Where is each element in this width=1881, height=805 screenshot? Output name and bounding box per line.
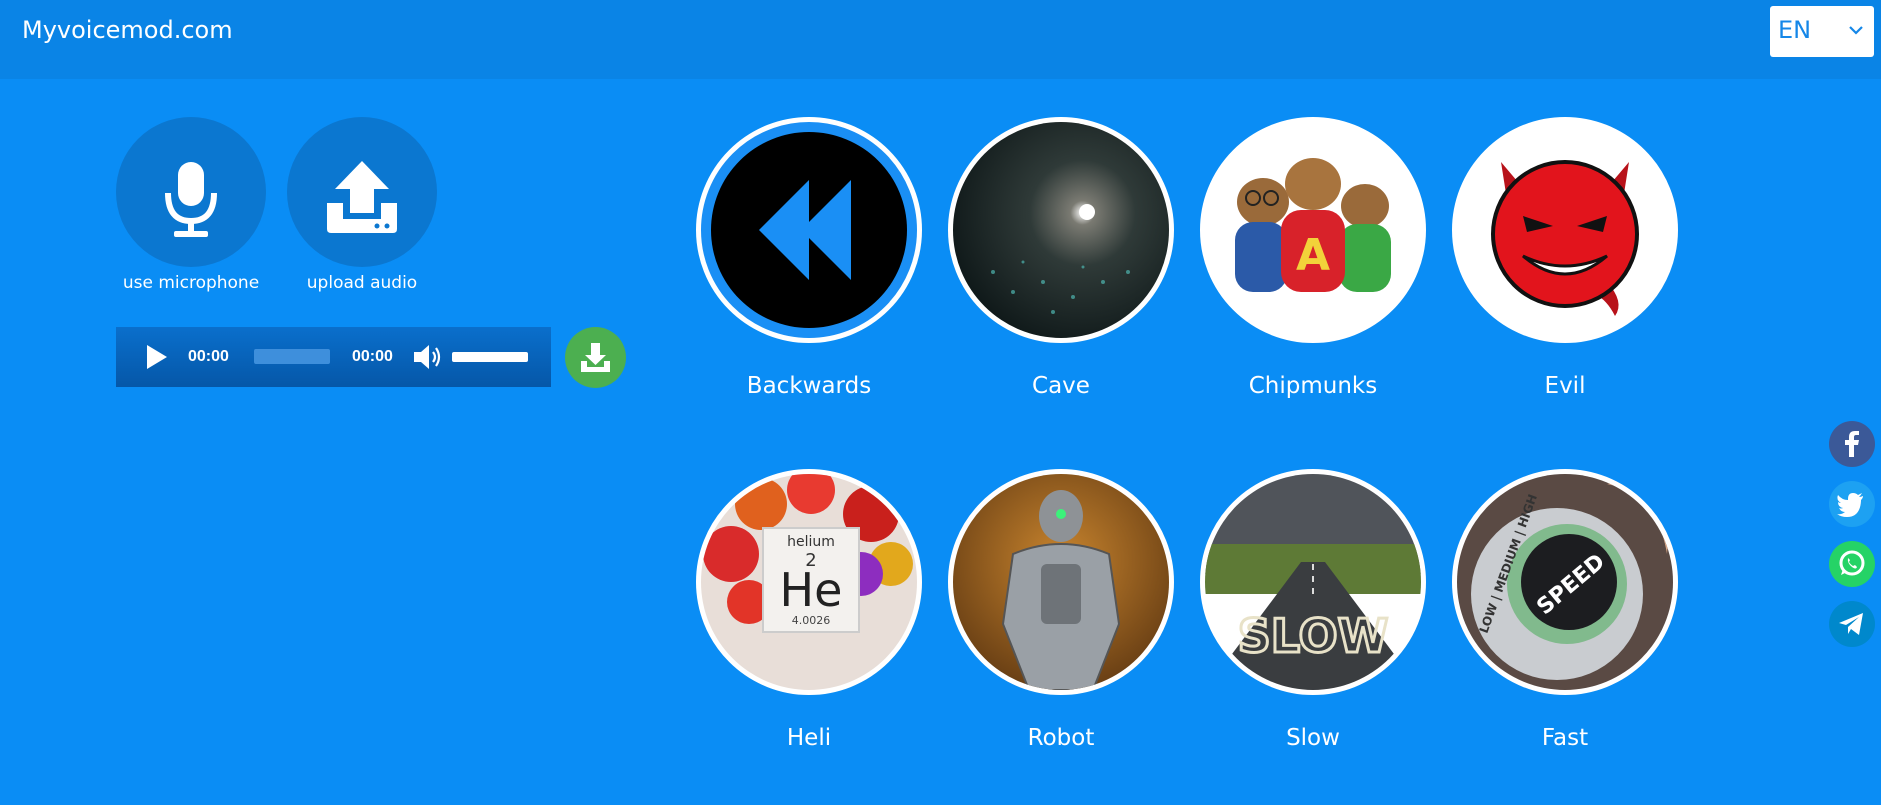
cave-image: [953, 122, 1169, 338]
facebook-icon: [1845, 431, 1859, 457]
site-logo[interactable]: Myvoicemod.com: [22, 16, 233, 44]
language-select[interactable]: EN: [1770, 6, 1874, 57]
robot-image: [953, 474, 1169, 690]
effect-label: Fast: [1541, 725, 1589, 751]
audio-player: 00:00 00:00: [116, 327, 551, 387]
use-microphone-button[interactable]: [116, 117, 266, 267]
helium-image: helium 2 He 4.0026: [701, 474, 917, 690]
telegram-icon: [1839, 613, 1863, 635]
effect-robot-image: [948, 469, 1174, 695]
whatsapp-share-button[interactable]: [1829, 541, 1875, 587]
chipmunk-letter: A: [1296, 230, 1330, 281]
facebook-share-button[interactable]: [1829, 421, 1875, 467]
duration-time: 00:00: [352, 348, 393, 365]
volume-icon[interactable]: [412, 343, 442, 371]
effect-label: Heli: [786, 725, 832, 751]
effect-label: Slow: [1286, 725, 1340, 751]
heli-element-name: helium: [787, 534, 835, 550]
heli-mass: 4.0026: [792, 614, 831, 627]
heli-symbol: He: [780, 563, 843, 617]
effect-label: Evil: [1544, 373, 1586, 399]
chevron-down-icon: [1849, 26, 1863, 35]
language-value: EN: [1778, 16, 1812, 44]
devil-icon: [1457, 122, 1673, 338]
download-button[interactable]: [565, 327, 626, 388]
twitter-share-button[interactable]: [1829, 481, 1875, 527]
slow-road-text: SLOW: [1238, 609, 1389, 663]
upload-audio-label: upload audio: [306, 273, 418, 293]
top-bar: Myvoicemod.com EN: [0, 0, 1881, 79]
effect-label: Backwards: [746, 373, 872, 399]
rewind-icon: [711, 132, 907, 328]
use-microphone-label: use microphone: [122, 273, 260, 293]
download-icon: [581, 343, 610, 372]
upload-icon: [327, 161, 397, 233]
effect-cave-image: [948, 117, 1174, 343]
play-icon[interactable]: [144, 343, 170, 371]
slow-road-image: SLOW: [1205, 474, 1421, 690]
current-time: 00:00: [188, 348, 229, 365]
speed-knob-image: SPEED LOW | MEDIUM | HIGH: [1457, 474, 1673, 690]
volume-slider[interactable]: [452, 352, 528, 362]
effect-evil-image: [1452, 117, 1678, 343]
progress-bar[interactable]: [254, 349, 330, 364]
effect-backwards-image: [696, 117, 922, 343]
effect-fast-image: SPEED LOW | MEDIUM | HIGH: [1452, 469, 1678, 695]
twitter-icon: [1837, 493, 1863, 517]
effect-label: Robot: [1027, 725, 1095, 751]
effect-slow-image: SLOW: [1200, 469, 1426, 695]
telegram-share-button[interactable]: [1829, 601, 1875, 647]
effect-label: Cave: [1032, 373, 1090, 399]
effect-label: Chipmunks: [1248, 373, 1378, 399]
effect-chipmunks-image: A: [1200, 117, 1426, 343]
whatsapp-icon: [1839, 550, 1865, 576]
effect-heli-image: helium 2 He 4.0026: [696, 469, 922, 695]
microphone-icon: [165, 162, 217, 237]
chipmunks-image: A: [1205, 122, 1421, 338]
upload-audio-button[interactable]: [287, 117, 437, 267]
